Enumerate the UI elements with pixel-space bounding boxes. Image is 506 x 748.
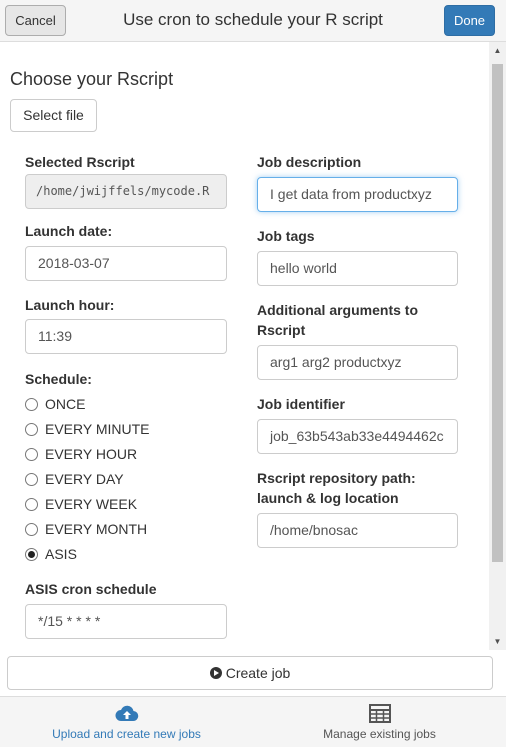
scroll-down-icon[interactable]: ▼ (489, 633, 506, 650)
create-job-button[interactable]: Create job (7, 656, 493, 690)
radio-button[interactable] (25, 448, 38, 461)
additional-args-label-line1: Additional arguments to (257, 302, 418, 318)
selected-rscript-label: Selected Rscript (25, 154, 135, 170)
dialog-title: Use cron to schedule your R script (123, 10, 383, 29)
select-file-button[interactable]: Select file (10, 99, 97, 132)
schedule-option-every-week[interactable]: EVERY WEEK (25, 494, 137, 514)
tab-upload-create[interactable]: Upload and create new jobs (0, 697, 253, 748)
radio-label: EVERY MONTH (45, 521, 148, 537)
launch-date-label: Launch date: (25, 223, 113, 239)
repo-path-input[interactable]: /home/bnosac (257, 513, 458, 548)
radio-button-checked[interactable] (25, 548, 38, 561)
vertical-scrollbar[interactable]: ▲ ▼ (489, 42, 506, 650)
scroll-thumb[interactable] (492, 64, 503, 562)
asis-cron-label: ASIS cron schedule (25, 581, 157, 597)
content-pane[interactable]: Choose your Rscript Select file Selected… (0, 42, 506, 650)
title-bar: Use cron to schedule your R script Cance… (0, 0, 506, 42)
radio-label: EVERY HOUR (45, 446, 138, 462)
schedule-option-every-hour[interactable]: EVERY HOUR (25, 444, 137, 464)
schedule-option-every-month[interactable]: EVERY MONTH (25, 519, 147, 539)
done-button[interactable]: Done (444, 5, 495, 36)
launch-date-input[interactable]: 2018-03-07 (25, 246, 227, 281)
tab-manage-jobs[interactable]: Manage existing jobs (253, 697, 506, 748)
scroll-up-icon[interactable]: ▲ (489, 42, 506, 59)
create-job-label: Create job (225, 665, 291, 681)
radio-label: ONCE (45, 396, 86, 412)
job-tags-input[interactable]: hello world (257, 251, 458, 286)
job-description-input[interactable]: I get data from productxyz (257, 177, 458, 212)
table-icon (368, 704, 391, 726)
job-identifier-label: Job identifier (257, 396, 345, 412)
section-title: Choose your Rscript (10, 69, 174, 89)
schedule-option-asis[interactable]: ASIS (25, 544, 77, 564)
schedule-option-every-minute[interactable]: EVERY MINUTE (25, 419, 150, 439)
asis-cron-input[interactable]: */15 * * * * (25, 604, 227, 639)
launch-hour-input[interactable]: 11:39 (25, 319, 227, 354)
radio-label: EVERY WEEK (45, 496, 138, 512)
tab-label: Upload and create new jobs (52, 727, 201, 741)
repo-path-label-line1: Rscript repository path: (257, 470, 416, 486)
radio-button[interactable] (25, 498, 38, 511)
radio-label: EVERY DAY (45, 471, 124, 487)
tab-label: Manage existing jobs (323, 727, 436, 741)
radio-button[interactable] (25, 523, 38, 536)
radio-label: EVERY MINUTE (45, 421, 150, 437)
radio-label: ASIS (45, 546, 77, 562)
cancel-button[interactable]: Cancel (5, 5, 66, 36)
job-description-label: Job description (257, 154, 362, 170)
radio-button[interactable] (25, 473, 38, 486)
launch-hour-label: Launch hour: (25, 297, 115, 313)
radio-button[interactable] (25, 423, 38, 436)
cloud-upload-icon (115, 704, 139, 727)
additional-args-input[interactable]: arg1 arg2 productxyz (257, 345, 458, 380)
job-tags-label: Job tags (257, 228, 315, 244)
additional-args-label-line2: Rscript (257, 322, 306, 338)
job-identifier-input[interactable]: job_63b543ab33e4494462c (257, 419, 458, 454)
selected-rscript-field: /home/jwijffels/mycode.R (25, 174, 227, 209)
schedule-option-once[interactable]: ONCE (25, 394, 85, 414)
bottom-tab-bar: Upload and create new jobs Manage existi… (0, 696, 506, 747)
schedule-label: Schedule: (25, 371, 92, 387)
schedule-option-every-day[interactable]: EVERY DAY (25, 469, 124, 489)
play-circle-icon (209, 667, 222, 679)
repo-path-label-line2: launch & log location (257, 490, 399, 506)
radio-button[interactable] (25, 398, 38, 411)
